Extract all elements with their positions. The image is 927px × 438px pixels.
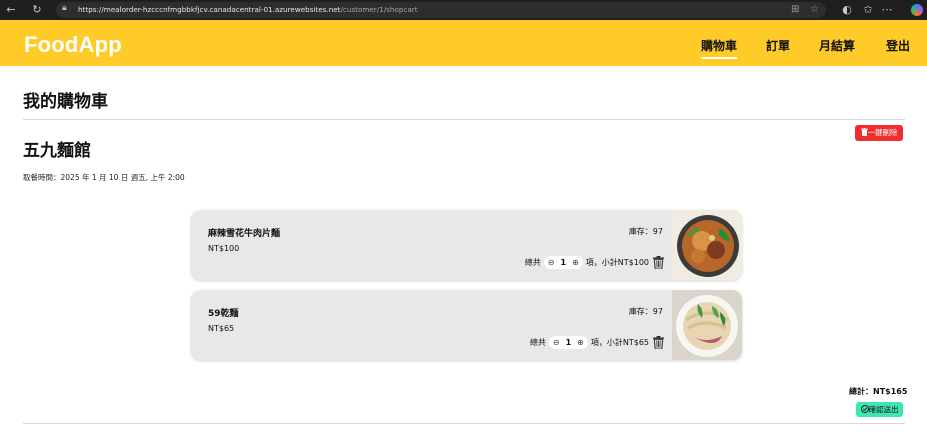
food-image <box>672 210 742 280</box>
refresh-icon[interactable]: ↻ <box>30 3 44 17</box>
subtotal: 項，小計NT$65 <box>590 337 649 347</box>
grid-icon[interactable]: ⊞ <box>791 4 799 15</box>
qty-prefix: 總共 <box>529 337 546 347</box>
subtotal: 項，小計NT$100 <box>585 257 649 267</box>
cart-item: 麻辣雪花牛肉片麵 NT$100 庫存：97 總共 ⊖ 1 ⊕ 項，小計NT$10… <box>191 210 742 280</box>
delete-all-label: 一鍵刪除 <box>867 128 898 137</box>
trash-icon[interactable] <box>653 335 664 349</box>
trash-icon[interactable] <box>653 255 664 269</box>
item-price: NT$65 <box>208 324 235 333</box>
back-icon[interactable]: ← <box>4 3 18 17</box>
copilot-icon[interactable] <box>911 4 923 16</box>
nav-orders[interactable]: 訂單 <box>766 37 790 54</box>
app-header: FoodApp 購物車 訂單 月結算 登出 <box>0 20 927 66</box>
cart-total: 總計：NT$165 <box>849 387 908 396</box>
more-icon[interactable]: ⋯ <box>880 3 894 17</box>
minus-icon[interactable]: ⊖ <box>553 338 560 347</box>
brand-logo[interactable]: FoodApp <box>24 32 122 58</box>
item-stock: 庫存：97 <box>628 227 663 236</box>
item-name: 59乾麵 <box>208 309 239 319</box>
quantity-stepper: ⊖ 1 ⊕ <box>543 255 583 269</box>
nav-logout[interactable]: 登出 <box>886 37 910 54</box>
quantity-stepper: ⊖ 1 ⊕ <box>548 335 588 349</box>
item-name: 麻辣雪花牛肉片麵 <box>208 229 281 239</box>
quantity-row: 總共 ⊖ 1 ⊕ 項，小計NT$65 <box>530 335 664 349</box>
quantity-value: 1 <box>560 257 567 267</box>
item-stock: 庫存：97 <box>628 307 663 316</box>
qty-prefix: 總共 <box>524 257 541 267</box>
plus-icon[interactable]: ⊕ <box>577 338 584 347</box>
lock-icon: 🔒︎ <box>62 3 67 13</box>
address-bar[interactable]: 🔒︎ https://mealorder-hzcccnfmgbbkfjcv.ca… <box>56 2 826 18</box>
pickup-time: 取餐時間：2025 年 1 月 10 日 週五, 上午 2:00 <box>23 173 185 182</box>
check-circle-icon <box>860 405 869 413</box>
confirm-label: 確認送出 <box>868 405 899 414</box>
url-text: https://mealorder-hzcccnfmgbbkfjcv.canad… <box>78 5 418 14</box>
item-price: NT$100 <box>208 244 240 253</box>
quantity-row: 總共 ⊖ 1 ⊕ 項，小計NT$100 <box>525 255 664 269</box>
divider <box>23 423 905 424</box>
page-title: 我的購物車 <box>23 92 108 112</box>
delete-all-button[interactable]: 一鍵刪除 <box>855 125 903 141</box>
restaurant-name: 五九麵館 <box>23 141 91 161</box>
favorites-icon[interactable]: ✩ <box>861 3 875 17</box>
trash-icon <box>860 128 868 136</box>
cart-item: 59乾麵 NT$65 庫存：97 總共 ⊖ 1 ⊕ 項，小計NT$65 <box>191 290 742 360</box>
plus-icon[interactable]: ⊕ <box>572 258 579 267</box>
star-icon[interactable]: ☆ <box>810 4 819 15</box>
minus-icon[interactable]: ⊖ <box>548 258 555 267</box>
divider <box>23 119 905 120</box>
quantity-value: 1 <box>565 337 572 347</box>
extensions-icon[interactable]: ◐ <box>840 3 854 17</box>
nav-monthly[interactable]: 月結算 <box>819 37 855 54</box>
food-image <box>672 290 742 360</box>
confirm-button[interactable]: 確認送出 <box>856 402 903 417</box>
browser-toolbar: ← ↻ 🔒︎ https://mealorder-hzcccnfmgbbkfjc… <box>0 0 927 20</box>
nav-cart[interactable]: 購物車 <box>701 37 738 59</box>
